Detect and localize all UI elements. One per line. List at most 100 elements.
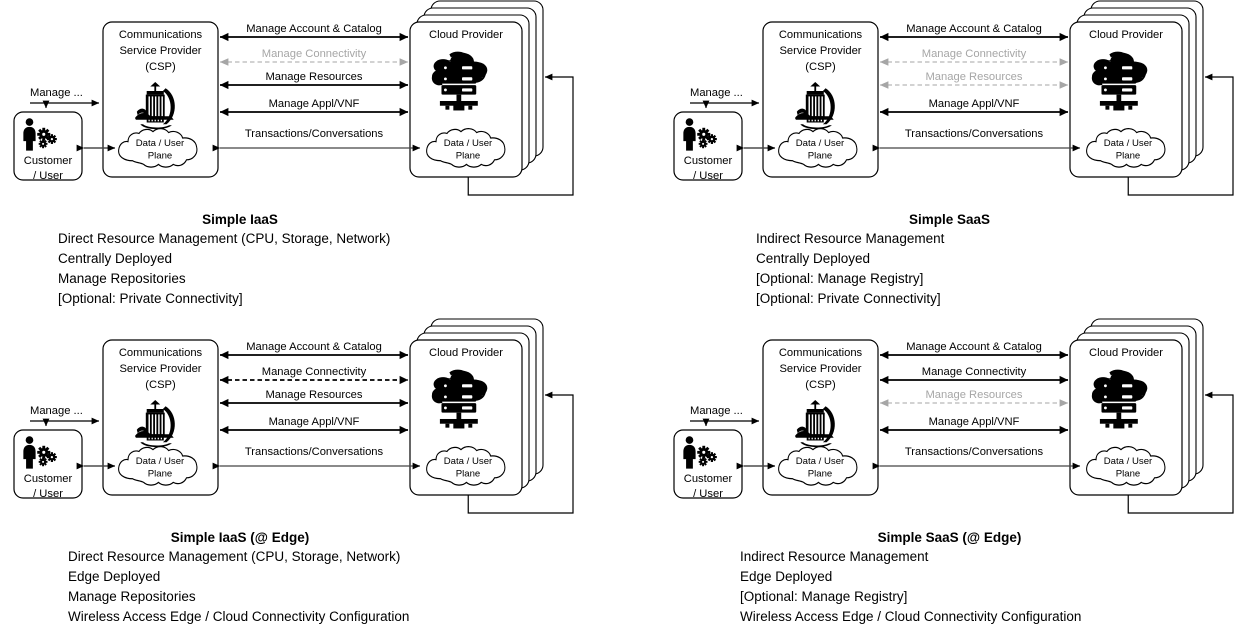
caption-lines: Indirect Resource Management Edge Deploye… xyxy=(660,547,1239,627)
caption-simple-saas-edge: Simple SaaS (@ Edge) Indirect Resource Ma… xyxy=(660,530,1239,627)
data-plane-label-line1: Data / User xyxy=(444,138,493,149)
data-plane-label-line1: Data / User xyxy=(136,138,185,149)
data-plane-label-line1: Data / User xyxy=(444,456,493,467)
caption-line-1: Direct Resource Management (CPU, Storage… xyxy=(68,549,401,564)
flow-label: Manage Account & Catalog xyxy=(246,23,382,35)
caption-line-3: [Optional: Manage Registry] xyxy=(740,589,908,604)
flow-label: Manage Resources xyxy=(265,389,362,401)
diagram-simple-saas: Cloud Provider Data / User Plane Communi… xyxy=(660,0,1239,210)
flow-label: Manage Connectivity xyxy=(922,48,1027,60)
csp-label-line1: Communications xyxy=(119,347,203,359)
caption-line-2: Edge Deployed xyxy=(68,569,161,584)
caption-simple-iaas-edge: Simple IaaS (@ Edge) Direct Resource Mana… xyxy=(0,530,620,627)
csp-label-line2: Service Provider xyxy=(779,45,861,57)
cloud-provider-label: Cloud Provider xyxy=(1089,29,1163,41)
cloud-provider-label: Cloud Provider xyxy=(1089,347,1163,359)
manage-label: Manage ... xyxy=(690,87,743,99)
manage-label: Manage ... xyxy=(30,405,83,417)
csp-label-line2: Service Provider xyxy=(119,45,201,57)
data-plane-label-line1: Data / User xyxy=(136,456,185,467)
flow-label: Manage Appl/VNF xyxy=(269,98,360,110)
data-plane-label-line2: Plane xyxy=(808,468,833,479)
data-plane-label-line1: Data / User xyxy=(1104,456,1153,467)
data-plane-label-line2: Plane xyxy=(808,150,833,161)
caption-line-3: [Optional: Manage Registry] xyxy=(756,271,924,286)
flow-label: Manage Resources xyxy=(925,389,1022,401)
caption-line-4: Wireless Access Edge / Cloud Connectivit… xyxy=(740,609,1082,624)
flow-label: Manage Account & Catalog xyxy=(906,341,1042,353)
data-plane-label-line2: Plane xyxy=(1116,468,1141,479)
caption-line-2: Centrally Deployed xyxy=(756,251,871,266)
flow-label: Manage Connectivity xyxy=(262,366,367,378)
flow-label: Manage Account & Catalog xyxy=(906,23,1042,35)
csp-label-line1: Communications xyxy=(119,29,203,41)
panel-simple-iaas: Cloud Provider Data / User Plane Communi… xyxy=(0,0,620,318)
caption-lines: Direct Resource Management (CPU, Storage… xyxy=(0,547,620,627)
flow-label: Manage Connectivity xyxy=(922,366,1027,378)
csp-label-line2: Service Provider xyxy=(779,363,861,375)
csp-label-line3: (CSP) xyxy=(145,61,176,73)
flow-label: Manage Resources xyxy=(265,71,362,83)
data-plane-label-line2: Plane xyxy=(148,468,173,479)
flow-label: Manage Connectivity xyxy=(262,48,367,60)
csp-label-line1: Communications xyxy=(779,29,863,41)
manage-label: Manage ... xyxy=(30,87,83,99)
caption-line-4: Wireless Access Edge / Cloud Connectivit… xyxy=(68,609,410,624)
transactions-label: Transactions/Conversations xyxy=(245,128,384,140)
caption-line-4: [Optional: Private Connectivity] xyxy=(58,291,243,306)
caption-simple-saas: Simple SaaS Indirect Resource Management C… xyxy=(660,212,1239,309)
caption-line-2: Centrally Deployed xyxy=(58,251,173,266)
caption-line-3: Manage Repositories xyxy=(58,271,186,286)
customer-label-line2: / User xyxy=(693,488,723,500)
caption-line-1: Indirect Resource Management xyxy=(756,231,945,246)
flow-label: Manage Appl/VNF xyxy=(929,416,1020,428)
csp-label-line1: Communications xyxy=(779,347,863,359)
customer-label-line1: Customer xyxy=(684,155,733,167)
data-plane-label-line1: Data / User xyxy=(796,138,845,149)
cloud-provider-label: Cloud Provider xyxy=(429,29,503,41)
caption-line-4: [Optional: Private Connectivity] xyxy=(756,291,941,306)
transactions-label: Transactions/Conversations xyxy=(905,446,1044,458)
data-plane-label-line1: Data / User xyxy=(796,456,845,467)
transactions-label: Transactions/Conversations xyxy=(905,128,1044,140)
diagram-simple-iaas: Cloud Provider Data / User Plane Communi… xyxy=(0,0,620,210)
data-plane-label-line2: Plane xyxy=(148,150,173,161)
caption-line-2: Edge Deployed xyxy=(740,569,833,584)
caption-line-3: Manage Repositories xyxy=(68,589,196,604)
csp-label-line3: (CSP) xyxy=(805,61,836,73)
csp-label-line2: Service Provider xyxy=(119,363,201,375)
flow-label: Manage Resources xyxy=(925,71,1022,83)
cloud-provider-label: Cloud Provider xyxy=(429,347,503,359)
flow-label: Manage Appl/VNF xyxy=(269,416,360,428)
diagram-simple-iaas-edge: Cloud Provider Data / User Plane Communi… xyxy=(0,318,620,528)
caption-lines: Indirect Resource Management Centrally De… xyxy=(660,229,1239,309)
data-plane-label-line2: Plane xyxy=(456,150,481,161)
customer-label-line1: Customer xyxy=(24,155,73,167)
customer-label-line2: / User xyxy=(33,170,63,182)
caption-title: Simple SaaS (@ Edge) xyxy=(877,530,1022,545)
caption-simple-iaas: Simple IaaS Direct Resource Management (C… xyxy=(0,212,620,309)
transactions-label: Transactions/Conversations xyxy=(245,446,384,458)
caption-line-1: Indirect Resource Management xyxy=(740,549,929,564)
customer-label-line1: Customer xyxy=(24,473,73,485)
panel-simple-saas: Cloud Provider Data / User Plane Communi… xyxy=(660,0,1239,318)
customer-label-line1: Customer xyxy=(684,473,733,485)
csp-label-line3: (CSP) xyxy=(145,379,176,391)
caption-line-1: Direct Resource Management (CPU, Storage… xyxy=(58,231,391,246)
caption-title: Simple IaaS (@ Edge) xyxy=(170,530,310,545)
customer-label-line2: / User xyxy=(33,488,63,500)
data-plane-label-line1: Data / User xyxy=(1104,138,1153,149)
csp-label-line3: (CSP) xyxy=(805,379,836,391)
manage-label: Manage ... xyxy=(690,405,743,417)
caption-lines: Direct Resource Management (CPU, Storage… xyxy=(0,229,620,309)
caption-title: Simple SaaS xyxy=(908,212,991,227)
caption-title: Simple IaaS xyxy=(202,212,278,227)
panel-simple-iaas-edge: Cloud Provider Data / User Plane Communi… xyxy=(0,318,620,636)
panel-simple-saas-edge: Cloud Provider Data / User Plane Communi… xyxy=(660,318,1239,636)
customer-label-line2: / User xyxy=(693,170,723,182)
data-plane-label-line2: Plane xyxy=(456,468,481,479)
flow-label: Manage Appl/VNF xyxy=(929,98,1020,110)
data-plane-label-line2: Plane xyxy=(1116,150,1141,161)
diagram-simple-saas-edge: Cloud Provider Data / User Plane Communi… xyxy=(660,318,1239,528)
flow-label: Manage Account & Catalog xyxy=(246,341,382,353)
